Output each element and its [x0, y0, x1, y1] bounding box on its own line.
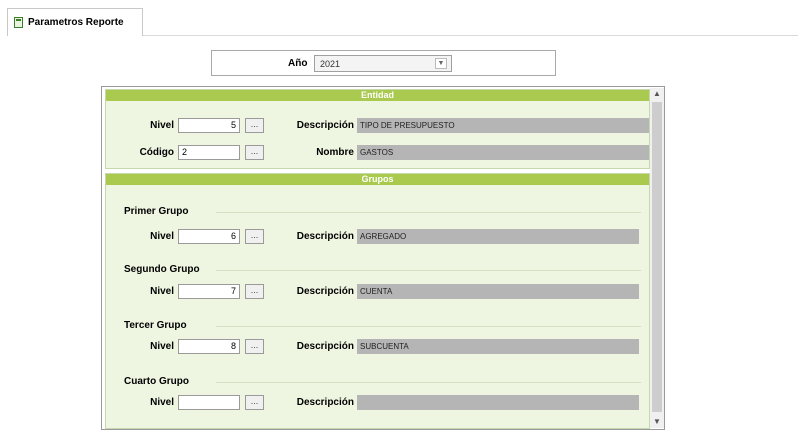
scroll-down-icon[interactable]: ▼: [650, 416, 664, 428]
group-3-divider: [216, 326, 641, 327]
group-2-nivel-label: Nivel: [150, 286, 174, 297]
parameters-panel: Entidad Nivel 5 ... Descripción TIPO DE …: [101, 86, 665, 430]
group-1-title: Primer Grupo: [124, 206, 189, 217]
group-3-nivel-input[interactable]: 8: [178, 339, 240, 354]
group-1-divider: [216, 212, 641, 213]
chevron-down-icon[interactable]: ▼: [435, 58, 447, 69]
group-4-nivel-label: Nivel: [150, 397, 174, 408]
group-4-title: Cuarto Grupo: [124, 376, 189, 387]
grupos-section: Grupos Primer Grupo Nivel 6 ... Descripc…: [105, 173, 650, 429]
entidad-nivel-input[interactable]: 5: [178, 118, 240, 133]
scroll-up-icon[interactable]: ▲: [650, 88, 664, 100]
group-2-title: Segundo Grupo: [124, 264, 200, 275]
group-3-lookup-button[interactable]: ...: [245, 339, 264, 354]
group-2-lookup-button[interactable]: ...: [245, 284, 264, 299]
panel-content: Entidad Nivel 5 ... Descripción TIPO DE …: [105, 89, 650, 429]
year-label: Año: [288, 58, 308, 69]
group-2-divider: [216, 270, 641, 271]
grupos-header: Grupos: [106, 174, 649, 185]
group-4-divider: [216, 382, 641, 383]
group-2-descripcion-field: CUENTA: [357, 284, 639, 299]
entidad-nombre-field: GASTOS: [357, 145, 649, 160]
entidad-codigo-label: Código: [139, 147, 174, 158]
group-4-nivel-input[interactable]: [178, 395, 240, 410]
entidad-nivel-lookup-button[interactable]: ...: [245, 118, 264, 133]
tab-label: Parametros Reporte: [28, 17, 124, 28]
group-3-descripcion-field: SUBCUENTA: [357, 339, 639, 354]
group-1-nivel-input[interactable]: 6: [178, 229, 240, 244]
group-2-descripcion-label: Descripción: [296, 286, 354, 297]
entidad-nivel-label: Nivel: [150, 120, 174, 131]
tab-parametros-reporte[interactable]: Parametros Reporte: [7, 8, 143, 36]
group-3-nivel-label: Nivel: [150, 341, 174, 352]
entidad-descripcion-field: TIPO DE PRESUPUESTO: [357, 118, 649, 133]
group-3-descripcion-label: Descripción: [296, 341, 354, 352]
entidad-header: Entidad: [106, 90, 649, 101]
entidad-descripcion-label: Descripción: [296, 120, 354, 131]
group-4-descripcion-label: Descripción: [296, 397, 354, 408]
document-icon: [14, 17, 23, 28]
tab-bar: Parametros Reporte: [0, 0, 798, 36]
entidad-section: Entidad Nivel 5 ... Descripción TIPO DE …: [105, 89, 650, 169]
year-value: 2021: [320, 59, 341, 69]
group-1-descripcion-field: AGREGADO: [357, 229, 639, 244]
group-3-title: Tercer Grupo: [124, 320, 187, 331]
group-4-lookup-button[interactable]: ...: [245, 395, 264, 410]
group-1-descripcion-label: Descripción: [296, 231, 354, 242]
year-filter-box: Año 2021 ▼: [211, 50, 556, 76]
year-select[interactable]: 2021 ▼: [314, 55, 452, 72]
entidad-nombre-label: Nombre: [316, 147, 354, 158]
entidad-codigo-input[interactable]: 2: [178, 145, 240, 160]
entidad-codigo-lookup-button[interactable]: ...: [245, 145, 264, 160]
group-1-lookup-button[interactable]: ...: [245, 229, 264, 244]
group-2-nivel-input[interactable]: 7: [178, 284, 240, 299]
group-4-descripcion-field: [357, 395, 639, 410]
vertical-scrollbar[interactable]: ▲ ▼: [650, 88, 664, 428]
tab-divider: [143, 35, 798, 36]
scrollbar-thumb[interactable]: [652, 102, 662, 412]
group-1-nivel-label: Nivel: [150, 231, 174, 242]
